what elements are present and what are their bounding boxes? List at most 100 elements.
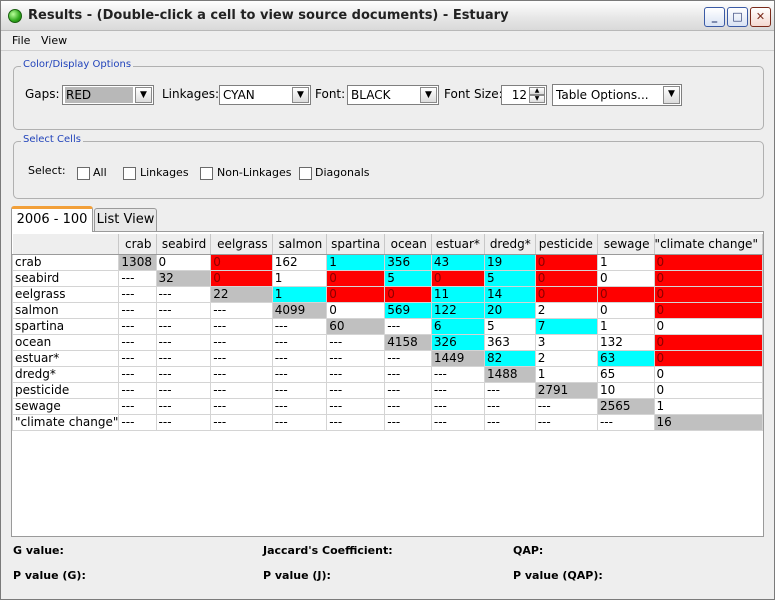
chevron-down-icon[interactable]: ▼ [663,86,680,104]
table-options-select[interactable]: Table Options... ▼ [552,84,682,106]
table-cell[interactable]: --- [384,365,432,383]
table-cell[interactable]: 82 [483,349,536,367]
table-cell[interactable]: --- [326,381,386,399]
table-cell[interactable]: --- [534,413,598,431]
gaps-color-select[interactable]: RED ▼ [62,85,154,105]
table-cell[interactable]: --- [326,413,386,431]
table-cell[interactable]: --- [483,413,536,431]
table-cell[interactable]: 1 [596,253,655,271]
table-cell[interactable]: --- [271,397,328,415]
table-cell[interactable]: 1 [326,253,386,271]
row-header[interactable]: sewage [11,397,120,415]
table-cell[interactable]: --- [326,349,386,367]
table-cell[interactable]: 5 [384,269,432,287]
table-cell[interactable]: 3 [534,333,598,351]
table-cell[interactable]: 0 [534,285,598,303]
table-cell[interactable]: 14 [483,285,536,303]
table-cell[interactable]: --- [271,413,328,431]
table-cell[interactable]: 1308 [118,253,157,271]
column-header[interactable]: pesticide [535,234,598,255]
table-cell[interactable]: --- [271,381,328,399]
table-cell[interactable]: 326 [430,333,485,351]
column-header[interactable]: spartina [326,234,386,255]
menu-file[interactable]: File [12,34,30,47]
column-header[interactable]: eelgrass [210,234,273,255]
table-cell[interactable]: 0 [653,381,764,399]
table-cell[interactable]: --- [155,285,212,303]
table-cell[interactable]: --- [534,397,598,415]
table-cell[interactable]: 5 [483,317,536,335]
table-cell[interactable]: 2 [534,301,598,319]
table-cell[interactable]: --- [210,381,273,399]
menu-view[interactable]: View [41,34,67,47]
table-cell[interactable]: 0 [653,269,764,287]
table-cell[interactable]: --- [384,349,432,367]
table-cell[interactable]: --- [118,365,157,383]
table-cell[interactable]: 1 [534,365,598,383]
table-cell[interactable]: 0 [326,301,386,319]
select-diagonals-checkbox[interactable] [299,167,312,180]
table-cell[interactable]: 4099 [271,301,328,319]
table-cell[interactable]: 363 [483,333,536,351]
table-cell[interactable]: 4158 [384,333,432,351]
minimize-button[interactable]: _ [704,7,725,27]
column-header[interactable]: estuar* [431,234,485,255]
table-cell[interactable]: --- [118,317,157,335]
table-cell[interactable]: --- [596,413,655,431]
row-header[interactable]: ocean [11,333,120,351]
spinner-down-icon[interactable]: ▼ [529,95,545,103]
table-cell[interactable]: 0 [210,253,273,271]
table-cell[interactable]: --- [155,365,212,383]
table-cell[interactable]: 11 [430,285,485,303]
table-cell[interactable]: 7 [534,317,598,335]
table-cell[interactable]: --- [430,365,485,383]
chevron-down-icon[interactable]: ▼ [135,87,152,103]
table-cell[interactable]: --- [210,349,273,367]
table-cell[interactable]: --- [155,317,212,335]
table-cell[interactable]: 1 [271,285,328,303]
table-cell[interactable]: 0 [384,285,432,303]
table-cell[interactable]: 1 [271,269,328,287]
table-cell[interactable]: 20 [483,301,536,319]
table-cell[interactable]: 356 [384,253,432,271]
table-cell[interactable]: --- [430,413,485,431]
results-table[interactable]: crab seabird eelgrass salmon spartina ocean es… [11,234,764,431]
table-cell[interactable]: --- [155,397,212,415]
table-cell[interactable]: 0 [534,253,598,271]
table-cell[interactable]: 10 [596,381,655,399]
table-cell[interactable]: 0 [430,269,485,287]
table-cell[interactable]: --- [118,301,157,319]
table-cell[interactable]: 162 [271,253,328,271]
table-cell[interactable]: 1488 [483,365,536,383]
column-header[interactable]: crab [118,234,157,255]
table-cell[interactable]: 1449 [430,349,485,367]
row-header[interactable]: dredg* [11,365,120,383]
chevron-down-icon[interactable]: ▼ [420,87,437,103]
table-cell[interactable]: 2 [534,349,598,367]
table-cell[interactable]: 22 [210,285,273,303]
table-cell[interactable]: 0 [653,253,764,271]
row-header[interactable]: eelgrass [11,285,120,303]
table-cell[interactable]: 65 [596,365,655,383]
row-header[interactable]: estuar* [11,349,120,367]
table-cell[interactable]: 0 [653,285,764,303]
title-bar[interactable]: Results - (Double-click a cell to view s… [1,1,774,31]
table-cell[interactable]: --- [118,285,157,303]
table-cell[interactable]: --- [118,413,157,431]
column-header[interactable]: ocean [384,234,432,255]
maximize-button[interactable]: □ [727,7,748,27]
table-cell[interactable]: 0 [534,269,598,287]
row-header[interactable]: spartina [11,317,120,335]
table-cell[interactable]: 43 [430,253,485,271]
table-cell[interactable]: 16 [653,413,764,431]
table-cell[interactable]: 0 [210,269,273,287]
table-cell[interactable]: 0 [653,317,764,335]
table-cell[interactable]: --- [155,381,212,399]
table-cell[interactable]: --- [326,397,386,415]
table-cell[interactable]: --- [483,381,536,399]
select-all-label[interactable]: All [93,166,107,179]
table-cell[interactable]: 0 [326,285,386,303]
table-cell[interactable]: --- [326,333,386,351]
table-cell[interactable]: --- [155,333,212,351]
column-header[interactable]: "climate change" [654,234,764,255]
